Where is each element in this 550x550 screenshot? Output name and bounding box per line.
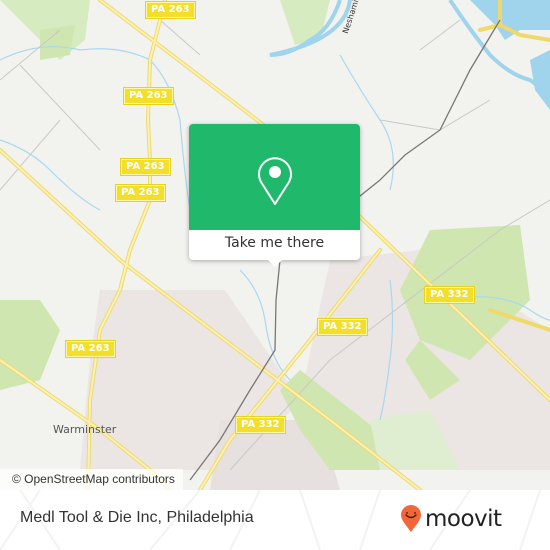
stream <box>0 139 101 211</box>
water-body <box>470 0 550 40</box>
road-shield-pa263: PA 263 <box>121 159 170 175</box>
popup-header <box>189 124 360 230</box>
take-me-there-button[interactable]: Take me there <box>189 230 360 260</box>
town-label: Warminster <box>53 423 117 436</box>
place-name: Medl Tool & Die Inc, Philadelphia <box>20 509 254 526</box>
park-area <box>0 300 60 390</box>
moovit-logo[interactable]: moovit <box>400 505 502 533</box>
map-attribution[interactable]: © OpenStreetMap contributors <box>0 469 183 490</box>
road-shield-pa263: PA 263 <box>66 341 115 357</box>
road-shield-pa263: PA 263 <box>146 2 195 18</box>
road-shield-pa332: PA 332 <box>236 417 285 433</box>
road-shield-pa332: PA 332 <box>318 319 367 335</box>
footer-bar: Medl Tool & Die Inc, Philadelphia moovit <box>0 490 550 550</box>
road-shield-pa263: PA 263 <box>124 88 173 104</box>
map-view[interactable]: PA 263 PA 263 PA 263 PA 263 PA 263 PA 33… <box>0 0 550 490</box>
map-pin-icon <box>258 157 292 205</box>
moovit-logo-text: moovit <box>425 506 502 532</box>
popup-pointer <box>267 259 283 267</box>
moovit-pin-icon <box>401 505 421 532</box>
destination-popup[interactable]: Take me there <box>189 124 360 267</box>
road-shield-pa263: PA 263 <box>116 185 165 201</box>
road-shield-pa332: PA 332 <box>425 287 474 303</box>
